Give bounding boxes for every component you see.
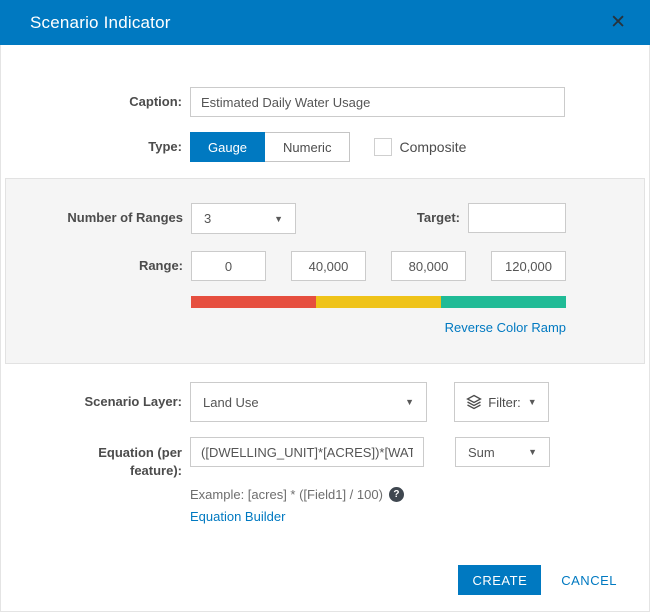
equation-builder-link[interactable]: Equation Builder	[190, 509, 285, 524]
caret-down-icon: ▼	[528, 447, 537, 457]
caption-input[interactable]	[190, 87, 565, 117]
cancel-button[interactable]: CANCEL	[561, 573, 617, 588]
caption-row: Caption:	[0, 87, 650, 117]
help-icon[interactable]: ?	[388, 487, 404, 503]
color-ramp-row	[6, 296, 644, 308]
number-of-ranges-label: Number of Ranges	[67, 210, 183, 225]
caret-down-icon: ▼	[405, 397, 414, 407]
reverse-color-ramp-link[interactable]: Reverse Color Ramp	[445, 320, 566, 335]
caret-down-icon: ▼	[274, 213, 283, 224]
ranges-panel: Number of Ranges 3 ▼ Target: Range: 0 40…	[5, 178, 645, 364]
color-ramp	[191, 296, 566, 308]
scenario-indicator-dialog: Scenario Indicator ✕ Caption: Type: Gaug…	[0, 0, 650, 612]
number-of-ranges-value: 3	[204, 211, 212, 226]
equation-example-row: Example: [acres] * ([Field1] / 100) ?	[190, 487, 650, 503]
range-label: Range:	[138, 258, 183, 273]
scenario-layer-select[interactable]: Land Use ▼	[190, 382, 427, 422]
number-of-ranges-select[interactable]: 3 ▼	[191, 203, 296, 234]
create-button[interactable]: CREATE	[458, 565, 542, 595]
type-option-gauge[interactable]: Gauge	[190, 132, 266, 162]
filter-button[interactable]: Filter: ▼	[454, 382, 549, 422]
layers-icon	[466, 394, 483, 410]
equation-label: Equation (per feature):	[98, 445, 182, 478]
scenario-layer-row: Scenario Layer: Land Use ▼ Filter: ▼	[0, 382, 650, 422]
caption-label: Caption:	[129, 94, 182, 109]
caret-down-icon: ▼	[527, 397, 537, 407]
range-input-4[interactable]	[491, 251, 566, 281]
scenario-layer-label: Scenario Layer:	[84, 394, 182, 409]
type-label: Type:	[148, 139, 182, 154]
type-row: Type: Gauge Numeric Composite	[0, 132, 650, 162]
equation-input[interactable]	[190, 437, 424, 467]
close-icon[interactable]: ✕	[604, 9, 632, 36]
equation-example-text: Example: [acres] * ([Field1] / 100)	[190, 487, 383, 503]
dialog-title: Scenario Indicator	[30, 12, 171, 32]
equation-row: Equation (per feature): Sum ▼	[0, 437, 650, 479]
reverse-color-ramp-row: Reverse Color Ramp	[6, 320, 644, 335]
ramp-segment-yellow	[316, 296, 441, 308]
dialog-footer: CREATE CANCEL	[458, 565, 617, 595]
target-label: Target:	[416, 210, 460, 225]
range-row: Range:	[6, 251, 644, 281]
filter-label: Filter:	[488, 394, 521, 410]
aggregation-value: Sum	[468, 444, 495, 460]
range-input-3[interactable]	[391, 251, 466, 281]
type-option-numeric[interactable]: Numeric	[265, 133, 350, 161]
equation-builder-row: Equation Builder	[190, 509, 650, 524]
dialog-header: Scenario Indicator ✕	[0, 0, 650, 45]
aggregation-select[interactable]: Sum ▼	[455, 437, 550, 467]
target-input[interactable]	[468, 203, 566, 233]
type-toggle-group: Gauge Numeric	[190, 132, 351, 162]
range-input-1[interactable]	[191, 251, 266, 281]
composite-checkbox[interactable]	[374, 138, 393, 156]
scenario-layer-value: Land Use	[203, 394, 259, 410]
range-input-2[interactable]	[291, 251, 366, 281]
composite-label: Composite	[399, 139, 467, 155]
ramp-segment-red	[191, 296, 316, 308]
ramp-segment-green	[441, 296, 566, 308]
number-of-ranges-row: Number of Ranges 3 ▼ Target:	[6, 203, 644, 234]
